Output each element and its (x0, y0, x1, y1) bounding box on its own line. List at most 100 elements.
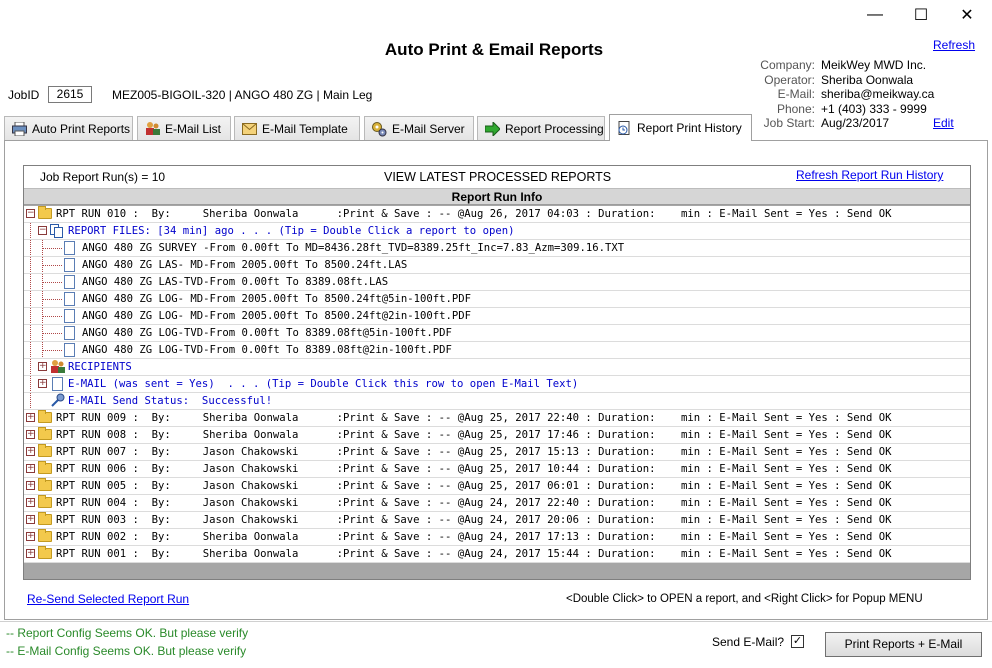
report-file-row[interactable]: ANGO 480 ZG SURVEY -From 0.00ft To MD=84… (24, 240, 970, 257)
print-reports-email-button[interactable]: Print Reports + E-Mail (825, 632, 982, 657)
report-file-row[interactable]: ANGO 480 ZG LOG-TVD-From 0.00ft To 8389.… (24, 342, 970, 359)
document-icon (64, 292, 75, 306)
job-id-field: 2615 (48, 86, 92, 103)
report-run-row[interactable]: + RPT RUN 006 : By: Jason Chakowski :Prin… (24, 461, 970, 478)
row-text: ANGO 480 ZG LAS- MD-From 2005.00ft To 85… (82, 259, 408, 271)
report-run-row[interactable]: + RPT RUN 005 : By: Jason Chakowski :Prin… (24, 478, 970, 495)
report-run-row[interactable]: + RPT RUN 001 : By: Sheriba Oonwala :Prin… (24, 546, 970, 563)
expand-icon[interactable]: + (26, 413, 35, 422)
row-text: E-MAIL (was sent = Yes) . . . (Tip = Dou… (68, 378, 579, 390)
tree-line (42, 282, 62, 283)
report-file-row[interactable]: ANGO 480 ZG LOG- MD-From 2005.00ft To 85… (24, 308, 970, 325)
report-run-row[interactable]: + RPT RUN 007 : By: Jason Chakowski :Prin… (24, 444, 970, 461)
report-run-row[interactable]: + RPT RUN 003 : By: Jason Chakowski :Prin… (24, 512, 970, 529)
report-file-row[interactable]: ANGO 480 ZG LOG-TVD-From 0.00ft To 8389.… (24, 325, 970, 342)
job-description: MEZ005-BIGOIL-320 | ANGO 480 ZG | Main L… (112, 88, 373, 102)
document-icon (64, 275, 75, 289)
document-icon (64, 309, 75, 323)
row-text: ANGO 480 ZG LAS-TVD-From 0.00ft To 8389.… (82, 276, 389, 288)
close-button[interactable]: ✕ (944, 0, 990, 30)
row-text: RPT RUN 005 : By: Jason Chakowski :Print… (56, 480, 892, 492)
row-text: RPT RUN 008 : By: Sheriba Oonwala :Print… (56, 429, 892, 441)
collapse-icon[interactable]: − (38, 226, 47, 235)
tree-line (42, 248, 62, 249)
tab-auto-print-reports[interactable]: Auto Print Reports (4, 116, 133, 140)
email-value: sheriba@meikway.ca (821, 87, 935, 101)
resend-link[interactable]: Re-Send Selected Report Run (27, 592, 189, 606)
tree-line (30, 240, 31, 256)
tree-row-files[interactable]: − REPORT FILES: [34 min] ago . . . (Tip =… (24, 223, 970, 240)
report-file-row[interactable]: ANGO 480 ZG LAS-TVD-From 0.00ft To 8389.… (24, 274, 970, 291)
row-text: RPT RUN 009 : By: Sheriba Oonwala :Print… (56, 412, 892, 424)
tree-line (30, 257, 31, 273)
column-header[interactable]: Report Run Info (24, 189, 970, 205)
company-label: Company: (760, 58, 815, 72)
row-text: RPT RUN 004 : By: Jason Chakowski :Print… (56, 497, 892, 509)
document-icon (52, 377, 63, 391)
tab-label: E-Mail List (165, 121, 222, 136)
usage-hint: <Double Click> to OPEN a report, and <Ri… (566, 593, 923, 605)
minimize-icon: — (867, 6, 883, 23)
row-text: REPORT FILES: [34 min] ago . . . (Tip = … (68, 225, 515, 237)
tree-row-email[interactable]: + E-MAIL (was sent = Yes) . . . (Tip = Do… (24, 376, 970, 393)
document-icon (64, 258, 75, 272)
expand-icon[interactable]: + (26, 549, 35, 558)
expand-icon[interactable]: + (26, 498, 35, 507)
status-report-config: -- Report Config Seems OK. But please ve… (6, 626, 249, 640)
tree-line (42, 265, 62, 266)
expand-icon[interactable]: + (26, 447, 35, 456)
refresh-history-link[interactable]: Refresh Report Run History (796, 168, 943, 182)
minimize-button[interactable]: — (852, 0, 898, 30)
tab-email-list[interactable]: E-Mail List (137, 116, 231, 140)
history-icon (616, 120, 632, 136)
folder-icon (38, 410, 52, 423)
operator-value: Sheriba Oonwala (821, 73, 914, 87)
row-text: ANGO 480 ZG LOG-TVD-From 0.00ft To 8389.… (82, 344, 452, 356)
report-run-row[interactable]: − RPT RUN 010 : By: Sheriba Oonwala :Prin… (24, 206, 970, 223)
expand-icon[interactable]: + (38, 379, 47, 388)
expand-icon[interactable]: + (26, 481, 35, 490)
folder-icon (38, 495, 52, 508)
gears-icon (371, 121, 387, 137)
report-run-row[interactable]: + RPT RUN 004 : By: Jason Chakowski :Prin… (24, 495, 970, 512)
folder-icon (38, 427, 52, 440)
expand-icon[interactable]: + (26, 430, 35, 439)
phone-value: +1 (403) 333 - 9999 (821, 102, 927, 116)
report-run-row[interactable]: + RPT RUN 002 : By: Sheriba Oonwala :Prin… (24, 529, 970, 546)
expand-icon[interactable]: + (26, 515, 35, 524)
expand-icon[interactable]: + (26, 532, 35, 541)
tree-row-status[interactable]: E-MAIL Send Status: Successful! (24, 393, 970, 410)
maximize-button[interactable]: ☐ (898, 0, 944, 30)
row-text: RECIPIENTS (68, 361, 132, 373)
row-text: RPT RUN 010 : By: Sheriba Oonwala :Print… (56, 208, 892, 220)
tab-email-template[interactable]: E-Mail Template (234, 116, 360, 140)
tree-line (30, 291, 31, 307)
divider (0, 621, 992, 622)
tree-line (30, 376, 31, 392)
row-text: RPT RUN 003 : By: Jason Chakowski :Print… (56, 514, 892, 526)
report-file-row[interactable]: ANGO 480 ZG LAS- MD-From 2005.00ft To 85… (24, 257, 970, 274)
tree-row-recipients[interactable]: + RECIPIENTS (24, 359, 970, 376)
tree-line (42, 333, 62, 334)
send-email-checkbox[interactable]: ✓ (791, 635, 804, 648)
report-run-row[interactable]: + RPT RUN 009 : By: Sheriba Oonwala :Prin… (24, 410, 970, 427)
tab-email-server[interactable]: E-Mail Server (364, 116, 474, 140)
tab-report-processing[interactable]: Report Processing (477, 116, 605, 140)
tab-label: Auto Print Reports (32, 121, 131, 136)
report-file-row[interactable]: ANGO 480 ZG LOG- MD-From 2005.00ft To 85… (24, 291, 970, 308)
printer-icon (11, 121, 27, 137)
tree-line (30, 274, 31, 290)
folder-icon (38, 444, 52, 457)
expand-icon[interactable]: + (38, 362, 47, 371)
document-icon (64, 343, 75, 357)
edit-link[interactable]: Edit (933, 116, 954, 130)
refresh-link[interactable]: Refresh (933, 38, 975, 52)
tree-line (30, 325, 31, 341)
document-icon (64, 241, 75, 255)
tab-report-print-history[interactable]: Report Print History (609, 114, 752, 141)
report-run-grid[interactable]: Job Report Run(s) = 10 VIEW LATEST PROCE… (23, 165, 971, 580)
report-run-row[interactable]: + RPT RUN 008 : By: Sheriba Oonwala :Prin… (24, 427, 970, 444)
collapse-icon[interactable]: − (26, 209, 35, 218)
expand-icon[interactable]: + (26, 464, 35, 473)
tree-line (30, 342, 31, 358)
